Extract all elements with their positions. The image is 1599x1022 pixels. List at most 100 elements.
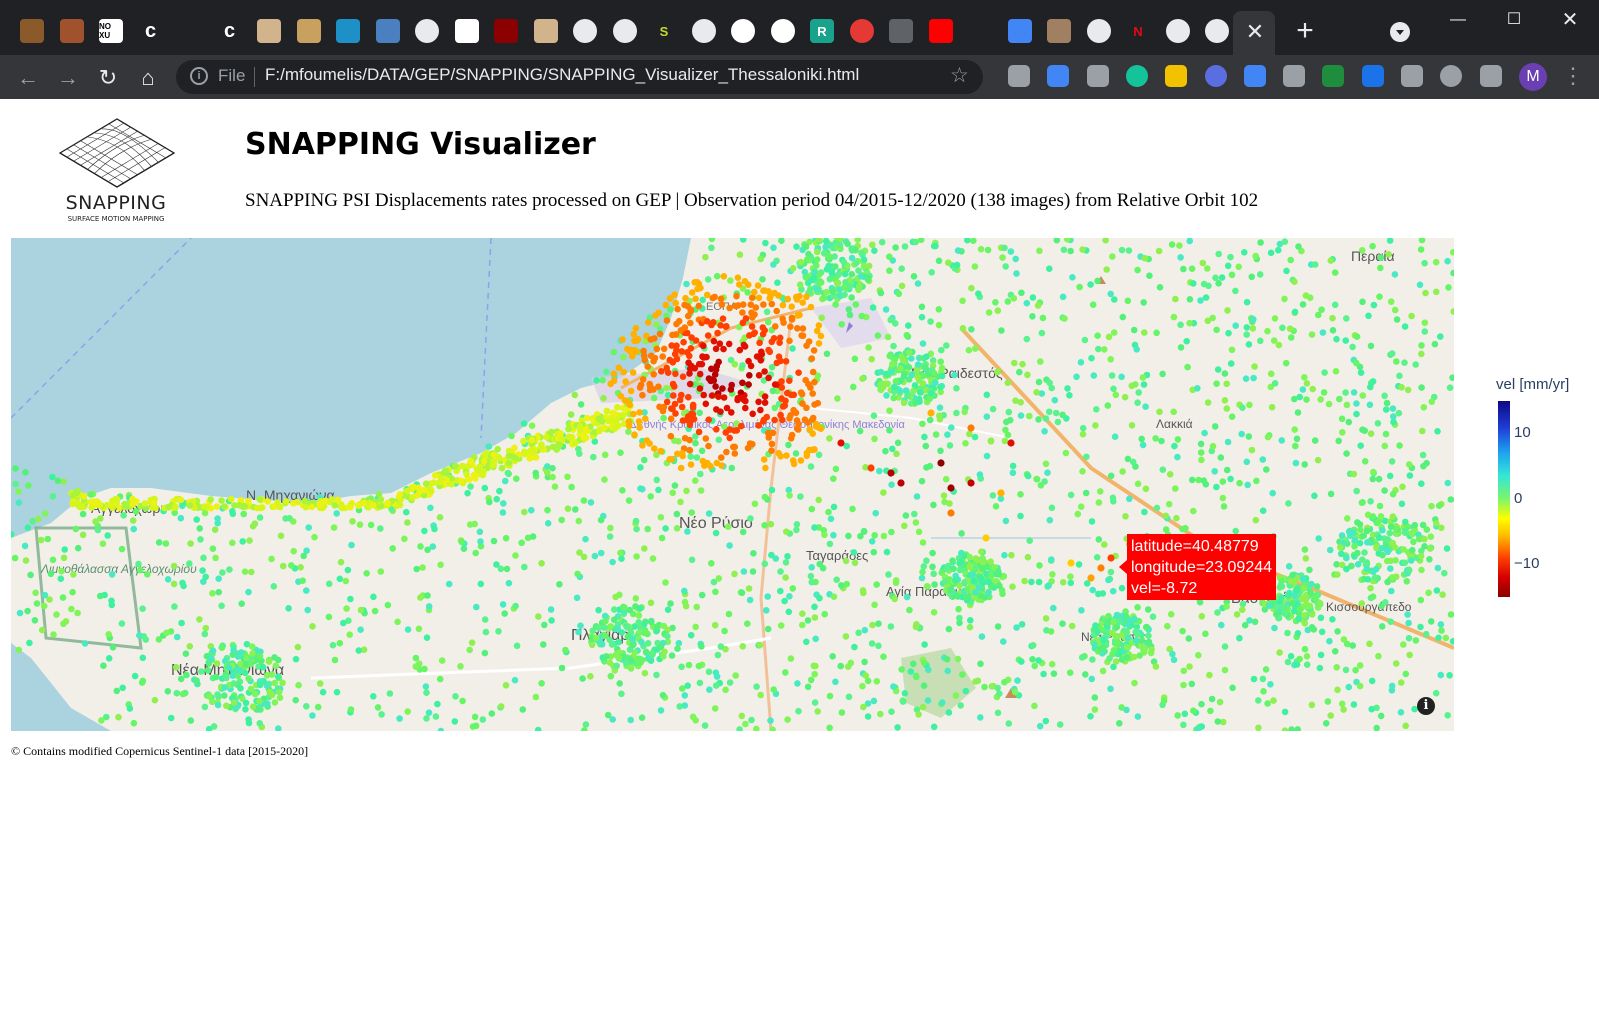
- psi-point: [733, 427, 741, 434]
- chrome-icon[interactable]: [691, 19, 716, 43]
- info-icon[interactable]: i: [190, 67, 208, 85]
- globe-icon[interactable]: [573, 19, 597, 43]
- psi-point: [1107, 685, 1114, 693]
- psi-point: [1179, 525, 1186, 533]
- psi-point: [1060, 246, 1068, 254]
- new-tab-icon[interactable]: +: [1292, 16, 1318, 46]
- psi-point: [602, 653, 610, 660]
- psi-point: [655, 486, 662, 494]
- map-info-icon[interactable]: i: [1417, 697, 1435, 715]
- psi-point: [870, 697, 878, 705]
- globe-icon[interactable]: [612, 19, 637, 43]
- menu-kebab-icon[interactable]: ⋮: [1562, 63, 1584, 89]
- image-icon[interactable]: [1047, 19, 1071, 43]
- psi-point: [1291, 395, 1298, 403]
- app-icon[interactable]: [375, 19, 400, 43]
- c-icon[interactable]: c: [138, 19, 163, 43]
- psi-point: [1402, 670, 1410, 678]
- psi-point: [1089, 586, 1096, 594]
- psi-point: [1437, 671, 1445, 679]
- psi-map[interactable]: Περαία Ν. Μηχανιώνα Αγγελοχώρι Λιμνοθάλα…: [11, 238, 1454, 731]
- psi-point: [1014, 677, 1021, 684]
- psi-point: [423, 634, 431, 641]
- blank-icon[interactable]: [178, 19, 202, 43]
- profile-avatar[interactable]: M: [1519, 63, 1547, 91]
- back-icon[interactable]: ←: [14, 64, 42, 92]
- youtube-icon[interactable]: [928, 19, 953, 43]
- psi-point: [675, 639, 683, 647]
- bookmark-star-icon[interactable]: ☆: [950, 63, 969, 88]
- google-icon[interactable]: [770, 19, 795, 43]
- t-icon[interactable]: [1322, 65, 1345, 87]
- psi-point: [1081, 336, 1089, 344]
- psi-point: [396, 715, 403, 722]
- psi-point: [1221, 643, 1229, 650]
- psi-point: [355, 647, 363, 654]
- home-icon[interactable]: ⌂: [134, 64, 162, 92]
- app-icon[interactable]: [59, 19, 84, 43]
- psi-point: [1437, 621, 1445, 628]
- maximize-icon[interactable]: ☐: [1494, 6, 1534, 34]
- cube-icon[interactable]: [1243, 65, 1266, 87]
- block-icon[interactable]: [1204, 65, 1227, 87]
- ext-icon[interactable]: [1008, 65, 1030, 87]
- translate-icon[interactable]: [1007, 19, 1032, 43]
- psi-point: [1438, 627, 1445, 634]
- square-icon[interactable]: [1283, 65, 1306, 87]
- psi-point: [861, 626, 869, 634]
- s-icon[interactable]: S: [652, 19, 676, 43]
- psi-point: [277, 532, 285, 540]
- app-icon[interactable]: [20, 19, 44, 43]
- psi-point: [1011, 359, 1018, 367]
- location-icon[interactable]: [1086, 65, 1109, 87]
- grammarly-icon[interactable]: [1125, 65, 1148, 87]
- noxu-icon[interactable]: NO XU: [99, 19, 123, 43]
- puzzle-icon[interactable]: [1479, 65, 1502, 87]
- c-icon[interactable]: c: [217, 19, 242, 43]
- chrome-icon[interactable]: [1165, 19, 1190, 43]
- app-icon[interactable]: [533, 19, 558, 43]
- app-icon[interactable]: [889, 19, 913, 43]
- link-icon[interactable]: [968, 19, 992, 43]
- psi-point: [1198, 456, 1205, 464]
- psi-point: [814, 399, 822, 407]
- psi-point: [881, 380, 889, 387]
- psi-point: [827, 515, 835, 523]
- psi-point: [105, 631, 112, 638]
- sdesi-icon[interactable]: [336, 19, 360, 43]
- app-icon[interactable]: [257, 19, 281, 43]
- close-tab-icon[interactable]: ✕: [1245, 20, 1265, 44]
- psi-point: [807, 384, 814, 391]
- psi-point: [1418, 566, 1425, 574]
- psi-point: [1118, 704, 1125, 711]
- app-icon[interactable]: [296, 19, 321, 43]
- reload-icon[interactable]: ↻: [94, 64, 122, 92]
- translate-icon[interactable]: [1047, 65, 1070, 87]
- m-icon[interactable]: [1361, 65, 1384, 87]
- chrome-icon[interactable]: [1086, 19, 1111, 43]
- chrome-icon[interactable]: [1205, 19, 1229, 43]
- psi-point: [1273, 610, 1280, 618]
- close-window-icon[interactable]: ✕: [1550, 6, 1590, 34]
- psi-point: [900, 399, 908, 407]
- psi-point: [242, 661, 249, 668]
- psi-point: [1116, 720, 1123, 727]
- psi-point: [1200, 477, 1208, 484]
- psi-point: [772, 323, 779, 330]
- record-icon[interactable]: [849, 19, 874, 43]
- netflix-icon[interactable]: N: [1126, 19, 1150, 43]
- globe-icon[interactable]: [415, 19, 439, 43]
- tab-search-icon[interactable]: [1390, 22, 1410, 42]
- minimize-icon[interactable]: —: [1438, 6, 1478, 34]
- psi-point: [778, 238, 785, 244]
- app-icon[interactable]: [454, 19, 479, 43]
- download-icon[interactable]: [1165, 65, 1188, 87]
- forward-icon[interactable]: →: [54, 64, 82, 92]
- psi-point: [1113, 639, 1121, 647]
- google-icon[interactable]: [731, 19, 755, 43]
- app-icon[interactable]: [494, 19, 518, 43]
- address-url[interactable]: F:/mfoumelis/DATA/GEP/SNAPPING/SNAPPING_…: [265, 65, 859, 85]
- screen-icon[interactable]: [1401, 65, 1423, 87]
- r-icon[interactable]: R: [810, 19, 834, 43]
- psi-point: [851, 559, 859, 567]
